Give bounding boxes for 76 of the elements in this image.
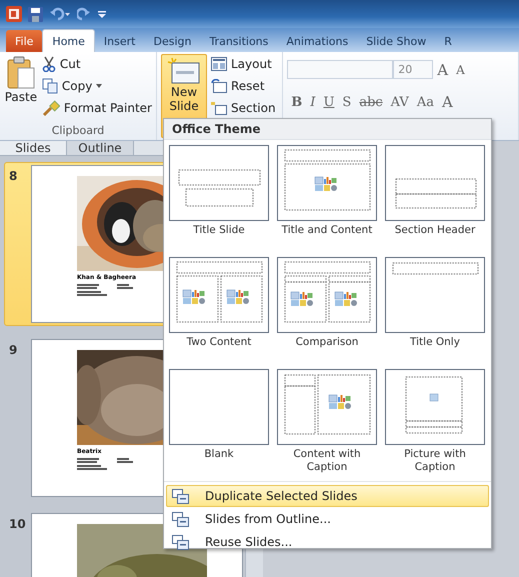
- layout-caption: Section Header: [394, 224, 476, 237]
- save-icon[interactable]: [28, 6, 43, 22]
- layout-thumbnail[interactable]: [277, 257, 377, 333]
- copy-button[interactable]: Copy: [42, 76, 152, 96]
- customize-icon[interactable]: [97, 8, 107, 20]
- ribbon-tab[interactable]: Design: [144, 30, 200, 52]
- format-button[interactable]: AV: [386, 94, 413, 110]
- slide-number: 8: [9, 168, 18, 185]
- undo-icon[interactable]: [49, 7, 71, 21]
- content-icon: [226, 290, 249, 304]
- layout-caption: Comparison: [296, 336, 358, 349]
- section-button[interactable]: Section: [211, 98, 276, 118]
- layout-caption: Content with Caption: [292, 448, 362, 474]
- copy-icon: [42, 78, 58, 94]
- layout-button[interactable]: Layout: [211, 54, 276, 74]
- layout-caption: Picture with Caption: [403, 448, 467, 474]
- ribbon-tab[interactable]: Transitions: [200, 30, 278, 52]
- caret-icon: [96, 84, 102, 88]
- slide-number: 9: [9, 342, 18, 359]
- slides-icon: [171, 488, 189, 504]
- pane-tab[interactable]: Outline: [67, 141, 134, 155]
- scissors-icon: [42, 56, 56, 72]
- clipboard-icon: [6, 56, 35, 90]
- new-slide-icon: [167, 57, 201, 85]
- layout-thumbnail[interactable]: [277, 145, 377, 221]
- paste-button[interactable]: Paste: [4, 54, 38, 122]
- reset-icon: [211, 79, 227, 93]
- menu-item[interactable]: Duplicate Selected Slides: [166, 485, 489, 507]
- content-icon: [182, 290, 205, 304]
- menu-item[interactable]: Slides from Outline...: [166, 508, 489, 530]
- app-logo-icon[interactable]: [6, 6, 22, 22]
- ribbon-tab[interactable]: Slide Show: [357, 30, 436, 52]
- brush-icon: [42, 100, 60, 116]
- section-icon: [211, 101, 227, 115]
- menu-item[interactable]: Reuse Slides...: [166, 531, 489, 553]
- picture-icon: [430, 394, 438, 402]
- ribbon-tab[interactable]: Animations: [277, 30, 358, 52]
- layout-thumbnail[interactable]: [385, 145, 485, 221]
- ribbon-tab[interactable]: Home: [42, 29, 95, 52]
- format-button[interactable]: Aa: [412, 94, 438, 110]
- content-icon: [334, 292, 357, 306]
- format-painter-button[interactable]: Format Painter: [42, 98, 152, 118]
- format-button[interactable]: U: [319, 94, 338, 110]
- content-icon: [290, 292, 313, 306]
- layout-caption: Title and Content: [282, 224, 372, 237]
- format-button[interactable]: I: [306, 94, 320, 110]
- format-button[interactable]: B: [287, 94, 306, 110]
- layout-thumbnail[interactable]: [169, 145, 269, 221]
- reset-button[interactable]: Reset: [211, 76, 276, 96]
- layout-caption: Title Only: [410, 336, 460, 349]
- layout-thumbnail[interactable]: [277, 369, 377, 445]
- grow-font-button[interactable]: A: [433, 60, 452, 78]
- layout-caption: Blank: [204, 448, 234, 461]
- pane-tab[interactable]: Slides: [0, 141, 67, 155]
- format-button[interactable]: S: [338, 94, 356, 110]
- font-name-field[interactable]: [287, 60, 394, 79]
- slide-number: 10: [9, 516, 25, 533]
- layout-thumbnail[interactable]: [169, 257, 269, 333]
- menu-heading: Office Theme: [164, 119, 491, 140]
- font-color-button[interactable]: A: [438, 93, 457, 111]
- layout-caption: Title Slide: [193, 224, 245, 237]
- shrink-font-button[interactable]: A: [452, 62, 469, 76]
- format-button[interactable]: abc: [355, 94, 387, 110]
- group-label: Clipboard: [50, 124, 106, 139]
- content-icon: [314, 176, 337, 191]
- ribbon-tab[interactable]: File: [6, 30, 42, 52]
- layout-thumbnail[interactable]: [169, 369, 269, 445]
- layout-thumbnail[interactable]: [385, 369, 485, 445]
- ribbon-tab[interactable]: Insert: [94, 30, 144, 52]
- ribbon-tab[interactable]: R: [435, 30, 461, 52]
- layout-thumbnail[interactable]: [385, 257, 485, 333]
- slides-icon: [171, 511, 189, 527]
- layout-icon: [211, 57, 227, 71]
- redo-icon[interactable]: [77, 7, 91, 21]
- content-icon: [328, 394, 351, 409]
- cut-button[interactable]: Cut: [42, 54, 152, 74]
